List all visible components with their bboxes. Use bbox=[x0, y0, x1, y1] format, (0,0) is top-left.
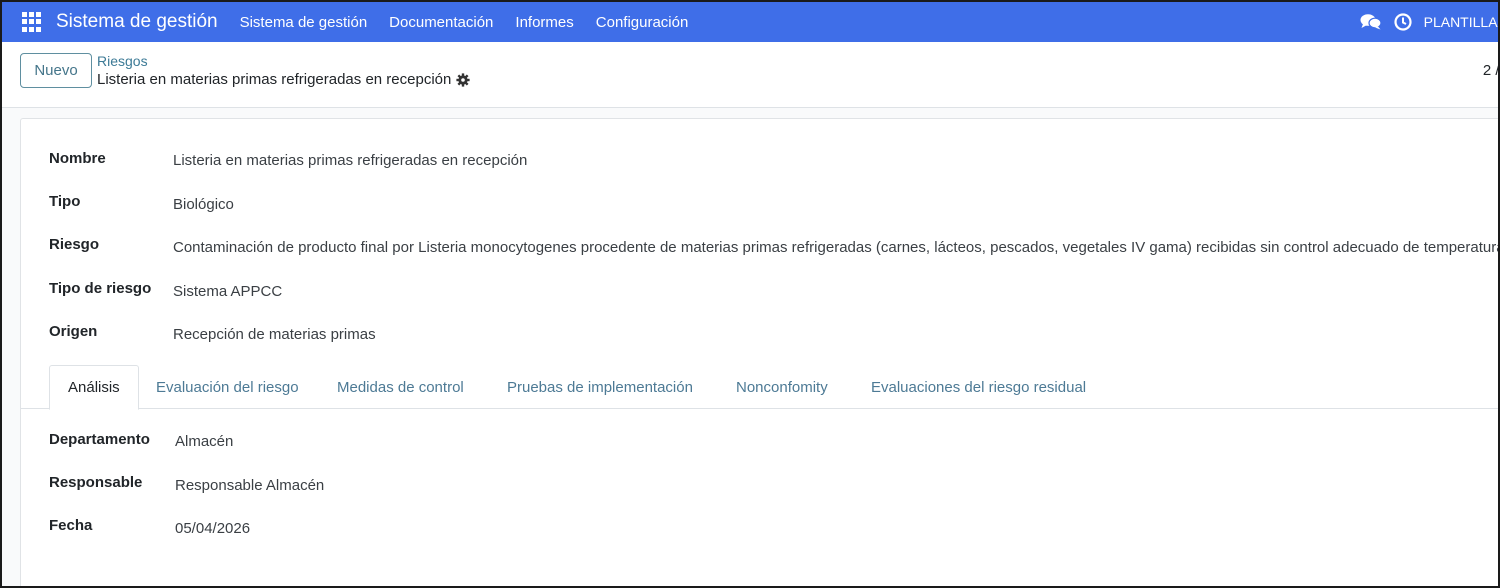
field-label-departamento: Departamento bbox=[49, 431, 150, 448]
tab-analisis[interactable]: Análisis bbox=[49, 365, 139, 410]
field-value-origen[interactable]: Recepción de materias primas bbox=[173, 326, 376, 343]
menu-item-sistema[interactable]: Sistema de gestión bbox=[240, 14, 368, 31]
tab-pruebas-implementacion[interactable]: Pruebas de implementación bbox=[507, 365, 693, 409]
clock-icon[interactable] bbox=[1394, 13, 1412, 31]
main-menu: Sistema de gestión Documentación Informe… bbox=[240, 14, 711, 31]
field-label-nombre: Nombre bbox=[49, 150, 106, 167]
new-button[interactable]: Nuevo bbox=[20, 53, 92, 88]
record-title: Listeria en materias primas refrigeradas… bbox=[97, 71, 452, 88]
record-pager[interactable]: 2 / 4 bbox=[1483, 62, 1498, 79]
field-value-nombre[interactable]: Listeria en materias primas refrigeradas… bbox=[173, 152, 527, 169]
app-window: Sistema de gestión Sistema de gestión Do… bbox=[0, 0, 1500, 588]
breadcrumb-riesgos[interactable]: Riesgos bbox=[97, 53, 148, 69]
field-value-tipo-riesgo[interactable]: Sistema APPCC bbox=[173, 283, 282, 300]
field-label-tipo: Tipo bbox=[49, 193, 81, 210]
apps-grid-icon[interactable] bbox=[22, 12, 42, 32]
tab-evaluaciones-riesgo-residual[interactable]: Evaluaciones del riesgo residual bbox=[871, 365, 1086, 409]
top-navbar: Sistema de gestión Sistema de gestión Do… bbox=[2, 2, 1498, 42]
field-label-fecha: Fecha bbox=[49, 517, 93, 534]
menu-item-configuracion[interactable]: Configuración bbox=[596, 14, 689, 31]
breadcrumb-current-record: Listeria en materias primas refrigeradas… bbox=[97, 71, 470, 88]
field-value-fecha[interactable]: 05/04/2026 bbox=[175, 520, 250, 537]
field-value-riesgo[interactable]: Contaminación de producto final por List… bbox=[173, 239, 1498, 256]
tab-evaluacion-riesgo[interactable]: Evaluación del riesgo bbox=[156, 365, 299, 409]
control-panel: Nuevo Riesgos Listeria en materias prima… bbox=[2, 42, 1498, 108]
tab-medidas-control[interactable]: Medidas de control bbox=[337, 365, 464, 409]
menu-item-documentacion[interactable]: Documentación bbox=[389, 14, 493, 31]
form-sheet: Nombre Listeria en materias primas refri… bbox=[20, 118, 1498, 586]
field-value-responsable[interactable]: Responsable Almacén bbox=[175, 477, 324, 494]
field-label-tipo-riesgo: Tipo de riesgo bbox=[49, 280, 152, 297]
app-brand[interactable]: Sistema de gestión bbox=[56, 11, 218, 33]
field-value-tipo[interactable]: Biológico bbox=[173, 196, 234, 213]
gear-icon[interactable] bbox=[456, 72, 470, 87]
field-label-origen: Origen bbox=[49, 323, 98, 340]
field-label-riesgo: Riesgo bbox=[49, 236, 100, 253]
navbar-systray: PLANTILLA B bbox=[1360, 2, 1498, 42]
chat-icon[interactable] bbox=[1360, 13, 1382, 31]
tab-nonconformity[interactable]: Nonconfomity bbox=[736, 365, 828, 409]
field-label-responsable: Responsable bbox=[49, 474, 143, 491]
menu-item-informes[interactable]: Informes bbox=[515, 14, 573, 31]
company-switcher[interactable]: PLANTILLA B bbox=[1424, 14, 1498, 30]
field-value-departamento[interactable]: Almacén bbox=[175, 433, 233, 450]
notebook-tabs: Análisis Evaluación del riesgo Medidas d… bbox=[21, 365, 1498, 410]
